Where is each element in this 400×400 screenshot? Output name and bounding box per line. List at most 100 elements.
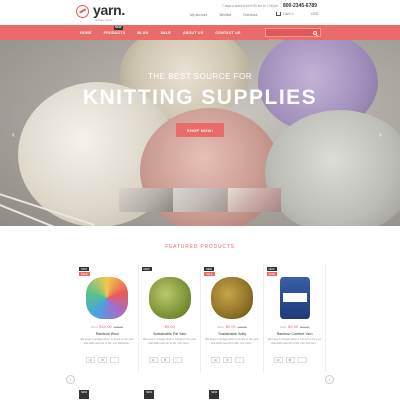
price-current: $9.00 <box>225 324 236 329</box>
chevron-left-icon[interactable]: ‹ <box>12 130 15 139</box>
wishlist-icon[interactable]: ♡ <box>297 357 307 363</box>
search-icon[interactable] <box>313 30 317 35</box>
add-to-cart-icon[interactable]: ▤ <box>148 357 158 363</box>
product-price: from $9.00 $12.00 <box>264 324 327 329</box>
chevron-left-icon[interactable]: ‹ <box>66 375 75 384</box>
hero-title: KNITTING SUPPLIES <box>82 86 318 109</box>
cart-label: Cart: 0 <box>283 12 294 16</box>
new-badge: NEW <box>79 267 90 271</box>
new-badge: NEW <box>266 267 277 271</box>
new-badge: NEW <box>79 390 90 399</box>
wishlist-icon[interactable]: ♡ <box>235 357 244 363</box>
search-box <box>265 28 321 45</box>
compare-icon[interactable]: ⇄ <box>98 357 107 363</box>
compare-icon[interactable]: ⇄ <box>285 357 295 363</box>
slider-thumbnail[interactable] <box>227 188 282 212</box>
cart-icon <box>276 12 281 17</box>
product-label <box>282 293 307 302</box>
product-row-next: NEW NEW NEW <box>76 390 326 400</box>
product-name[interactable]: Sustainable Pal Yarn <box>139 332 202 336</box>
product-actions: ▤ ⇄ ♡ <box>273 357 307 363</box>
phone-number: 800-2345-6789 <box>283 3 317 9</box>
price-from: from <box>91 325 98 329</box>
badges: NEW <box>141 267 152 272</box>
hero-subtitle: THE BEST SOURCE FOR <box>147 72 253 81</box>
nav-item-home[interactable]: HOME <box>80 31 92 35</box>
header: yarn. artisan yarns 7 days a week from 9… <box>0 0 400 25</box>
badges: NEW SALE <box>79 267 90 276</box>
slider-thumbnails <box>119 188 282 212</box>
price-current: $12.00 <box>99 324 112 329</box>
slider-thumbnail[interactable] <box>173 188 228 212</box>
slider-thumbnail[interactable] <box>119 188 173 212</box>
currency-selector[interactable]: USD <box>311 12 318 16</box>
featured-title: FEATURED PRODUCTS <box>165 244 235 250</box>
product-name[interactable]: Sustainable Softy <box>201 332 264 336</box>
product-price: from $12.00 $15.00 <box>76 324 139 329</box>
badges: NEW SALE <box>204 267 215 276</box>
new-badge: NEW <box>113 25 124 30</box>
account-links: My account Wishlist Checkout <box>190 13 269 17</box>
product-image[interactable] <box>86 277 128 319</box>
wishlist-icon[interactable]: ♡ <box>172 357 182 363</box>
add-to-cart-icon[interactable]: ▤ <box>86 357 95 363</box>
product-name[interactable]: Bamboo Comfort Yarn <box>264 332 327 336</box>
product-image[interactable] <box>279 277 310 319</box>
product-image[interactable] <box>148 277 191 319</box>
new-badge: NEW <box>141 267 152 271</box>
wishlist-icon[interactable]: ♡ <box>110 357 119 363</box>
nav-item-products-label: PRODUCTS <box>103 30 126 35</box>
checkout-link[interactable]: Checkout <box>243 13 257 17</box>
product-actions: ▤ ⇄ ♡ <box>86 357 119 363</box>
product-card[interactable]: NEW SALE from $9.00 $12.00 Sustainable Sof… <box>201 264 264 372</box>
wishlist-link[interactable]: Wishlist <box>219 13 231 17</box>
logo[interactable]: yarn. artisan yarns <box>76 2 136 23</box>
new-badge: NEW <box>144 390 155 399</box>
product-image[interactable] <box>211 277 253 319</box>
new-badge: NEW <box>204 267 215 271</box>
product-actions: ▤ ⇄ ♡ <box>148 357 182 363</box>
my-account-link[interactable]: My account <box>190 13 207 17</box>
product-actions: ▤ ⇄ ♡ <box>211 357 244 363</box>
nav-item-blog[interactable]: BLOG <box>137 31 148 35</box>
yarn-ball-icon <box>76 5 89 18</box>
product-description: We keep it vintage when it comes to the … <box>267 338 322 345</box>
nav-item-sale[interactable]: SALE <box>161 31 171 35</box>
product-card[interactable]: NEW $9.00 Sustainable Pal Yarn We keep i… <box>139 264 202 372</box>
price-old: $12.00 <box>300 325 310 329</box>
sale-badge: SALE <box>266 272 278 276</box>
shop-now-button[interactable]: SHOP NOW! <box>176 123 224 137</box>
price-from: from <box>217 325 224 329</box>
price-old: $15.00 <box>113 325 123 329</box>
product-grid: NEW SALE from $12.00 $15.00 Rainbow Wool W… <box>76 264 326 372</box>
new-badge: NEW <box>209 390 220 399</box>
add-to-cart-icon[interactable]: ▤ <box>273 357 283 363</box>
cart-button[interactable]: Cart: 0 <box>276 12 294 17</box>
logo-text: yarn. <box>93 2 125 18</box>
main-nav: HOME PRODUCTS NEW BLOG SALE ABOUT US CONT… <box>0 25 400 45</box>
price-old: $12.00 <box>237 325 247 329</box>
chevron-right-icon[interactable]: › <box>325 375 334 384</box>
product-card[interactable]: NEW SALE from $9.00 $12.00 Bamboo Comfort … <box>264 264 327 372</box>
product-name[interactable]: Rainbow Wool <box>76 332 139 336</box>
nav-item-about[interactable]: ABOUT US <box>183 31 203 35</box>
product-price: $9.00 <box>139 324 202 329</box>
price-current: $9.00 <box>288 324 299 329</box>
chevron-right-icon[interactable]: › <box>379 130 382 139</box>
badges: NEW SALE <box>266 267 278 276</box>
page: yarn. artisan yarns 7 days a week from 9… <box>0 0 400 400</box>
product-description: We keep it vintage when it comes to the … <box>80 338 134 345</box>
hero-image-yarn <box>265 110 400 226</box>
product-description: We keep it vintage when it comes to the … <box>142 338 197 345</box>
nav-items: HOME PRODUCTS NEW BLOG SALE ABOUT US CONT… <box>80 25 253 40</box>
sale-badge: SALE <box>79 272 90 276</box>
compare-icon[interactable]: ⇄ <box>160 357 170 363</box>
logo-tagline: artisan yarns <box>95 18 113 22</box>
nav-item-contact[interactable]: CONTACT US <box>215 31 240 35</box>
compare-icon[interactable]: ⇄ <box>223 357 232 363</box>
product-price: from $9.00 $12.00 <box>201 324 264 329</box>
hero-slider: THE BEST SOURCE FOR KNITTING SUPPLIES SH… <box>0 40 400 226</box>
add-to-cart-icon[interactable]: ▤ <box>211 357 220 363</box>
product-card[interactable]: NEW SALE from $12.00 $15.00 Rainbow Wool W… <box>76 264 139 372</box>
nav-item-products[interactable]: PRODUCTS NEW <box>103 25 126 35</box>
